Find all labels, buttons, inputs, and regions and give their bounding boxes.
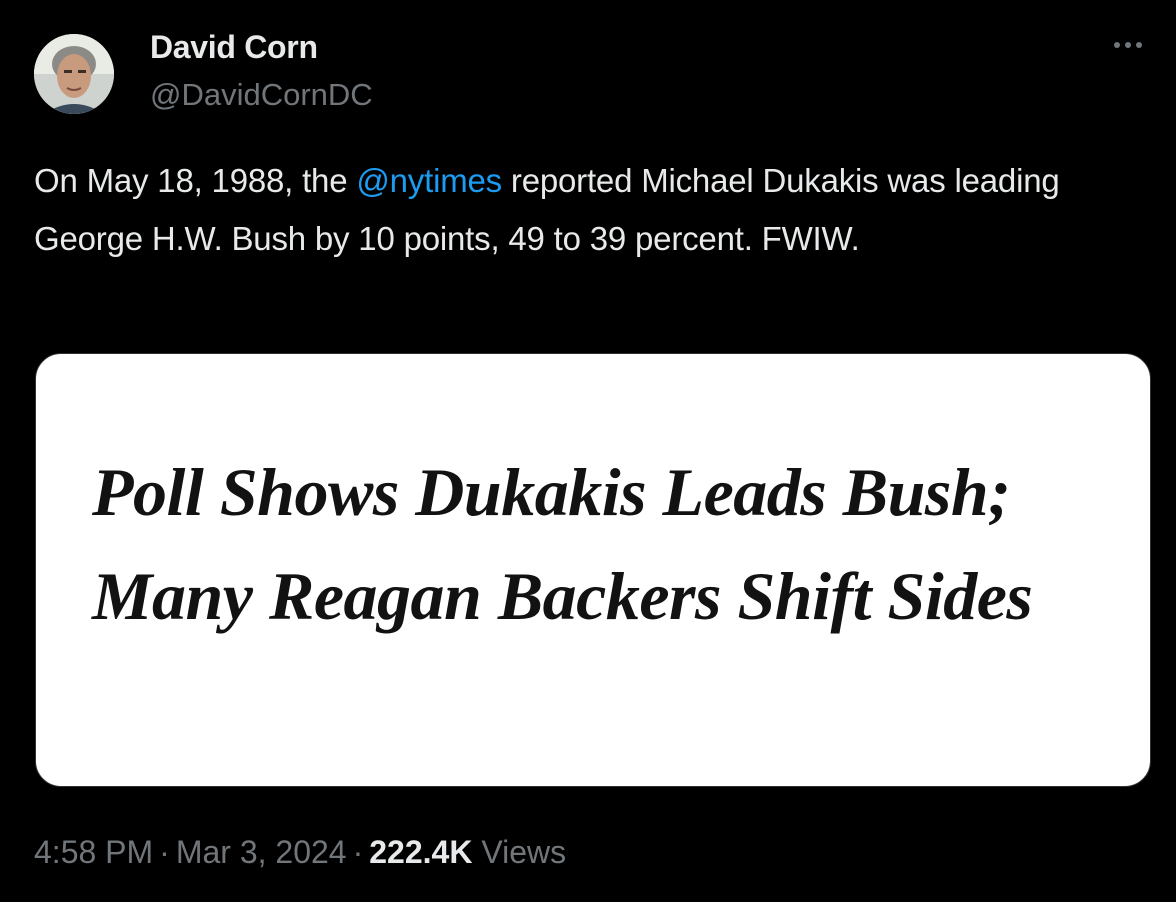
views-label: Views [481,834,567,870]
tweet: David Corn @DavidCornDC On May 18, 1988,… [0,0,1176,902]
profile-photo-icon [34,34,114,114]
tweet-date[interactable]: Mar 3, 2024 [176,834,347,870]
meta-separator: · [159,834,170,870]
tweet-text-part: On May 18, 1988, the [34,162,357,199]
tweet-text: On May 18, 1988, the @nytimes reported M… [34,152,1144,268]
headline-image-text: Poll Shows Dukakis Leads Bush; Many Reag… [92,454,1033,634]
author-display-name[interactable]: David Corn [150,28,318,66]
more-options-button[interactable] [1106,30,1150,60]
tweet-time[interactable]: 4:58 PM [34,834,153,870]
author-handle[interactable]: @DavidCornDC [150,76,373,114]
more-horizontal-icon-dot [1136,42,1142,48]
views-count: 222.4K [369,834,473,870]
meta-separator: · [352,834,364,870]
avatar[interactable] [34,34,114,114]
more-horizontal-icon [1114,42,1120,48]
more-horizontal-icon-dot [1125,42,1131,48]
mention-link[interactable]: @nytimes [356,162,502,199]
media-image[interactable]: Poll Shows Dukakis Leads Bush; Many Reag… [35,353,1151,787]
tweet-meta: 4:58 PM · Mar 3, 2024 · 222.4K Views [34,830,566,874]
